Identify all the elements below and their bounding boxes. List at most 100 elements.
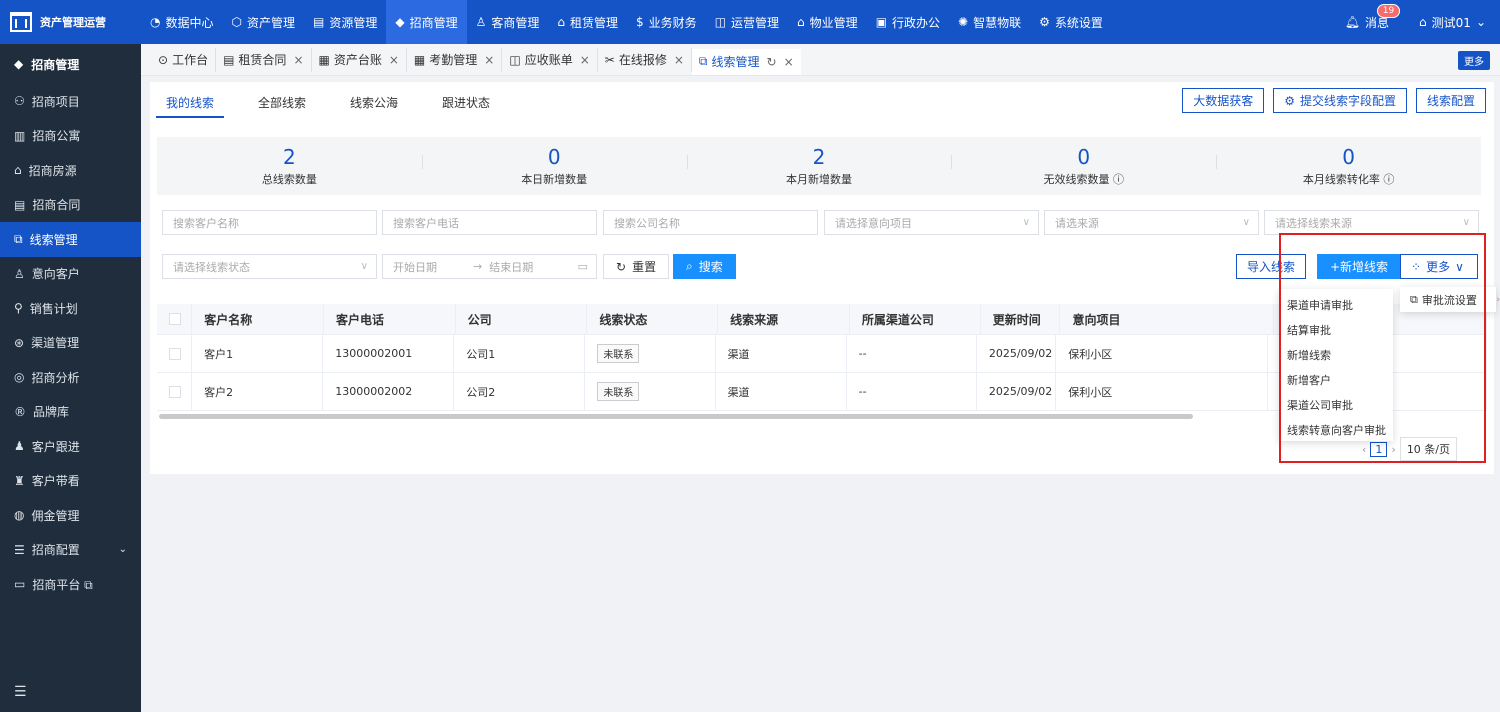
sidebar-item-9[interactable]: ® 品牌库 bbox=[0, 395, 141, 430]
tab-0[interactable]: ⊙ 工作台 bbox=[151, 47, 217, 72]
more-actions-button[interactable]: ⁘ 更多 ∨ bbox=[1400, 254, 1478, 279]
sidebar-item-8[interactable]: ◎ 招商分析 bbox=[0, 360, 141, 395]
date-range-picker[interactable]: 开始日期 → 结束日期 ▭ bbox=[382, 254, 597, 279]
sidebar-item-14[interactable]: ▭ 招商平台 ⧉ bbox=[0, 567, 141, 602]
nav-item-0[interactable]: ◔ 数据中心 bbox=[141, 0, 223, 44]
next-page-icon[interactable]: › bbox=[1391, 443, 1395, 456]
subtab-3[interactable]: 跟进状态 bbox=[442, 82, 490, 118]
nav-item-3[interactable]: ◆ 招商管理 bbox=[386, 0, 467, 44]
sidebar-item-6[interactable]: ⚲ 销售计划 bbox=[0, 291, 141, 326]
sidebar-item-10[interactable]: ♟ 客户跟进 bbox=[0, 429, 141, 464]
close-icon[interactable]: × bbox=[784, 55, 794, 69]
dropdown-item-3[interactable]: 新增客户 bbox=[1279, 367, 1393, 392]
nav-item-1[interactable]: ⬡ 资产管理 bbox=[223, 0, 305, 44]
sidebar-item-1[interactable]: ▥ 招商公寓 bbox=[0, 119, 141, 154]
nav-item-6[interactable]: $ 业务财务 bbox=[627, 0, 706, 44]
sidebar-item-5[interactable]: ♙ 意向客户 bbox=[0, 257, 141, 292]
close-icon[interactable]: × bbox=[674, 53, 684, 67]
company-input[interactable]: 搜索公司名称 bbox=[603, 210, 818, 235]
sidebar-item-12[interactable]: ◍ 佣金管理 bbox=[0, 498, 141, 533]
select-all-checkbox[interactable] bbox=[169, 313, 181, 325]
clue-config-button[interactable]: 线索配置 bbox=[1415, 88, 1486, 113]
sidebar-item-11[interactable]: ♜ 客户带看 bbox=[0, 464, 141, 499]
column-header: 线索来源 bbox=[718, 304, 850, 334]
page-size-select[interactable]: 10 条/页 bbox=[1399, 437, 1458, 461]
add-clue-button[interactable]: +新增线索 bbox=[1317, 254, 1402, 279]
page-number[interactable]: 1 bbox=[1370, 441, 1388, 457]
tabs-more-button[interactable]: 更多 bbox=[1458, 51, 1490, 70]
tab-4[interactable]: ◫ 应收账单 × bbox=[502, 47, 598, 72]
subtab-0[interactable]: 我的线索 bbox=[156, 82, 225, 118]
search-button[interactable]: ⌕ 搜索 bbox=[673, 254, 736, 279]
nav-item-5[interactable]: ⌂ 租赁管理 bbox=[548, 0, 627, 44]
subtab-2[interactable]: 线索公海 bbox=[350, 82, 398, 118]
tab-6[interactable]: ⧉ 线索管理 ↻ × bbox=[691, 48, 801, 75]
end-date[interactable]: 结束日期 bbox=[489, 259, 533, 275]
dropdown-item-0[interactable]: 渠道申请审批 bbox=[1279, 292, 1393, 317]
building-icon bbox=[10, 12, 32, 32]
nav-item-11[interactable]: ⚙ 系统设置 bbox=[1030, 0, 1112, 44]
import-button[interactable]: 导入线索 bbox=[1236, 254, 1307, 279]
sidebar-item-3[interactable]: ▤ 招商合同 bbox=[0, 188, 141, 223]
dropdown-item-5[interactable]: 线索转意向客户审批 bbox=[1279, 417, 1393, 442]
cell-status: 未联系 bbox=[585, 373, 716, 410]
clue-source-select[interactable]: 请选择线索来源 ∨ bbox=[1264, 210, 1479, 235]
source-select[interactable]: 请选来源 ∨ bbox=[1044, 210, 1259, 235]
close-icon[interactable]: × bbox=[389, 53, 399, 67]
start-date[interactable]: 开始日期 bbox=[393, 259, 437, 275]
refresh-icon[interactable]: ↻ bbox=[767, 55, 777, 69]
approval-flow-settings-item[interactable]: ⧉ 审批流设置 › bbox=[1400, 287, 1500, 312]
sidebar-item-2[interactable]: ⌂ 招商房源 bbox=[0, 153, 141, 188]
nav-item-7[interactable]: ◫ 运营管理 bbox=[706, 0, 788, 44]
cell-project: 保利小区 bbox=[1056, 373, 1269, 410]
nav-item-2[interactable]: ▤ 资源管理 bbox=[304, 0, 386, 44]
sidebar-item-0[interactable]: ⚇ 招商项目 bbox=[0, 84, 141, 119]
status-select[interactable]: 请选择线索状态 ∨ bbox=[162, 254, 377, 279]
app-logo[interactable]: 资产管理运营 bbox=[0, 0, 141, 44]
tab-5[interactable]: ✂ 在线报修 × bbox=[598, 47, 692, 72]
nav-item-10[interactable]: ✺ 智慧物联 bbox=[949, 0, 1030, 44]
subtab-1[interactable]: 全部线索 bbox=[258, 82, 306, 118]
field-config-button[interactable]: ⚙ 提交线索字段配置 bbox=[1273, 88, 1407, 113]
tab-label: 线索管理 bbox=[711, 55, 760, 69]
top-navbar: 资产管理运营 ◔ 数据中心 ⬡ 资产管理 ▤ 资源管理 ◆ 招商管理 ♙ 客商管理 ⌂ 租赁管理 $ 业务… bbox=[0, 0, 1500, 44]
nav-label: 业务财务 bbox=[648, 15, 697, 30]
nav-item-8[interactable]: ⌂ 物业管理 bbox=[788, 0, 867, 44]
customer-name-input[interactable]: 搜索客户名称 bbox=[162, 210, 377, 235]
close-icon[interactable]: × bbox=[484, 53, 494, 67]
sidebar-item-13[interactable]: ☰ 招商配置 ⌄ bbox=[0, 533, 141, 568]
close-icon[interactable]: × bbox=[293, 53, 303, 67]
tab-2[interactable]: ▦ 资产台账 × bbox=[312, 47, 407, 72]
sidebar-item-label: 招商平台 ⧉ bbox=[32, 577, 93, 592]
reset-button[interactable]: ↻ 重置 bbox=[603, 254, 670, 279]
bigdata-button[interactable]: 大数据获客 bbox=[1182, 88, 1265, 113]
prev-page-icon[interactable]: ‹ bbox=[1362, 443, 1366, 456]
tab-3[interactable]: ▦ 考勤管理 × bbox=[407, 47, 503, 72]
sidebar-item-7[interactable]: ⊛ 渠道管理 bbox=[0, 326, 141, 361]
tab-icon: ⧉ bbox=[698, 54, 708, 68]
user-menu[interactable]: ⌂ 测试01 ⌄ bbox=[1419, 14, 1486, 31]
sidebar-icon: ♙ bbox=[14, 266, 25, 281]
customer-phone-input[interactable]: 搜索客户电话 bbox=[382, 210, 597, 235]
row-checkbox[interactable] bbox=[169, 385, 181, 398]
nav-icon: ▣ bbox=[875, 15, 888, 29]
horizontal-scrollbar[interactable] bbox=[159, 414, 1193, 419]
cell-company: 公司1 bbox=[454, 335, 586, 372]
nav-item-9[interactable]: ▣ 行政办公 bbox=[867, 0, 949, 44]
collapse-menu-icon[interactable]: ☰ bbox=[14, 684, 27, 700]
sidebar-item-label: 招商配置 bbox=[31, 543, 80, 558]
sidebar-item-4[interactable]: ⧉ 线索管理 bbox=[0, 222, 141, 257]
nav-item-4[interactable]: ♙ 客商管理 bbox=[467, 0, 549, 44]
column-header: 所属渠道公司 bbox=[850, 304, 981, 334]
tab-1[interactable]: ▤ 租赁合同 × bbox=[216, 47, 312, 72]
close-icon[interactable]: × bbox=[580, 53, 590, 67]
dropdown-item-4[interactable]: 渠道公司审批 bbox=[1279, 392, 1393, 417]
dropdown-item-2[interactable]: 新增线索 bbox=[1279, 342, 1393, 367]
project-select[interactable]: 请选择意向项目 ∨ bbox=[824, 210, 1039, 235]
dropdown-item-1[interactable]: 结算审批 bbox=[1279, 317, 1393, 342]
row-checkbox[interactable] bbox=[169, 347, 181, 360]
user-name: 测试01 bbox=[1431, 15, 1471, 30]
tab-icon: ▦ bbox=[318, 52, 330, 67]
cell-channel: -- bbox=[847, 373, 977, 410]
messages-button[interactable]: 🔔︎ 消息 19 bbox=[1345, 3, 1401, 31]
